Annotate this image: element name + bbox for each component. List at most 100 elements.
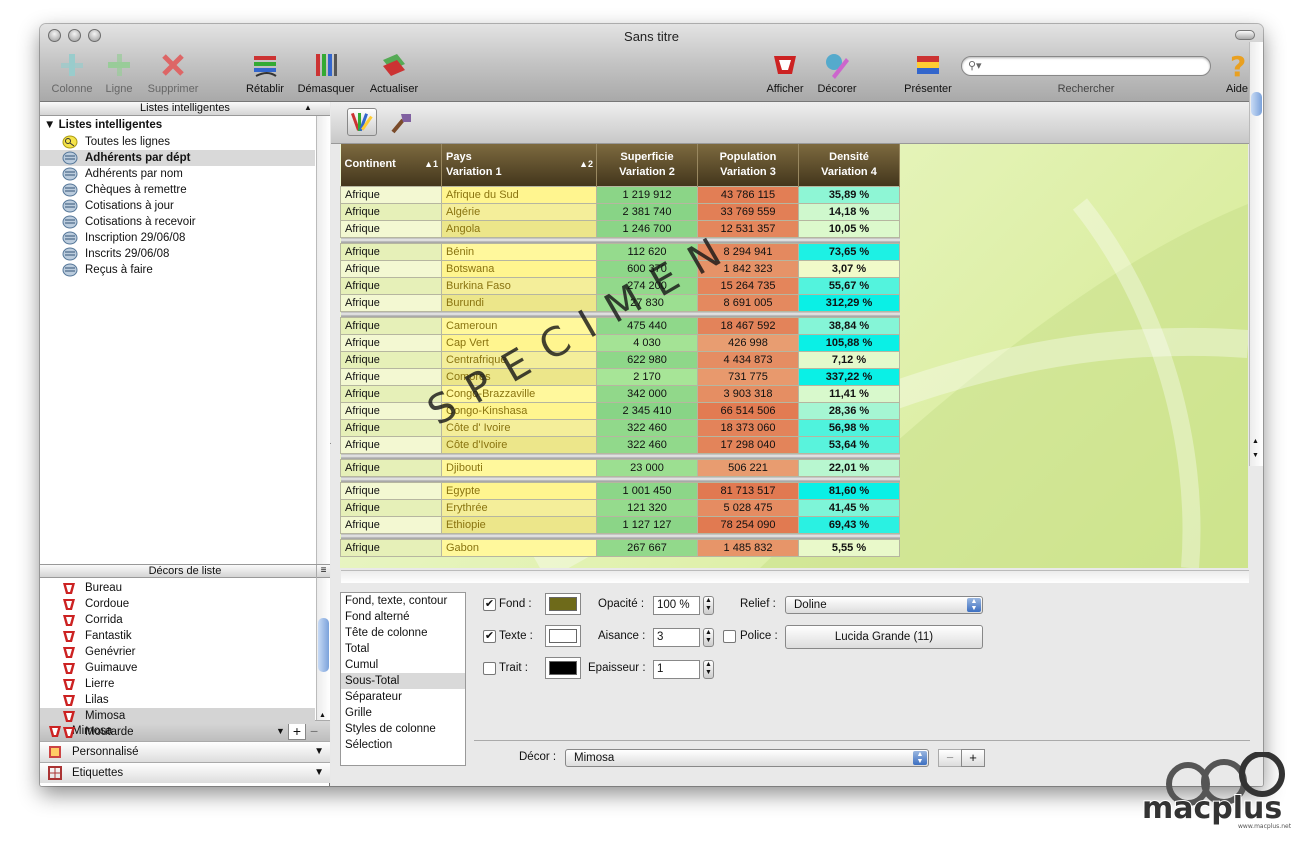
table-cell[interactable]: 10,05 % xyxy=(798,219,900,238)
texte-checkbox[interactable]: ✔ xyxy=(483,630,496,643)
table-cell[interactable]: 105,88 % xyxy=(798,333,900,352)
table-cell[interactable]: Afrique xyxy=(340,293,442,312)
table-cell[interactable]: 4 434 873 xyxy=(697,350,799,369)
grid-vertical-scrollbar[interactable]: ▲ ▼ xyxy=(1249,42,1263,466)
table-row[interactable]: Afrique Bénin 112 620 8 294 941 73,65 % xyxy=(340,242,900,261)
table-cell[interactable]: Afrique xyxy=(340,538,442,557)
table-row[interactable]: Afrique Erythrée 121 320 5 028 475 41,45 % xyxy=(340,498,900,517)
palette-button[interactable] xyxy=(347,108,377,136)
table-cell[interactable]: Afrique xyxy=(340,185,442,204)
table-cell[interactable]: 2 170 xyxy=(596,367,698,386)
table-cell[interactable]: 5 028 475 xyxy=(697,498,799,517)
table-cell[interactable]: 1 127 127 xyxy=(596,515,698,534)
group-disclosure[interactable]: ▼ Listes intelligentes xyxy=(44,119,162,131)
table-cell[interactable]: Gabon xyxy=(441,538,597,557)
decor-item[interactable]: Guimauve xyxy=(40,660,315,676)
column-header[interactable]: Densité Variation 4 xyxy=(798,144,900,186)
table-cell[interactable]: Afrique xyxy=(340,367,442,386)
table-cell[interactable]: 2 345 410 xyxy=(596,401,698,420)
epaisseur-field[interactable]: 1 xyxy=(653,660,700,679)
table-cell[interactable]: Afrique xyxy=(340,219,442,238)
table-cell[interactable]: Afrique xyxy=(340,498,442,517)
decor-item[interactable]: Bureau xyxy=(40,580,315,596)
table-cell[interactable]: 18 373 060 xyxy=(697,418,799,437)
brush-button[interactable] xyxy=(387,108,417,136)
table-row[interactable]: Afrique Côte d'Ivoire 322 460 17 298 040 53,… xyxy=(340,435,900,454)
style-element-item[interactable]: Cumul xyxy=(341,657,465,673)
demasquer-button[interactable]: Démasquer xyxy=(294,49,358,95)
table-cell[interactable]: 3 903 318 xyxy=(697,384,799,403)
table-cell[interactable]: Afrique xyxy=(340,418,442,437)
table-cell[interactable]: 22,01 % xyxy=(798,458,900,477)
table-cell[interactable]: Algérie xyxy=(441,202,597,221)
table-cell[interactable]: 69,43 % xyxy=(798,515,900,534)
table-row[interactable]: Afrique Gabon 267 667 1 485 832 5,55 % xyxy=(340,538,900,557)
police-checkbox[interactable] xyxy=(723,630,736,643)
decor-item[interactable]: Lierre xyxy=(40,676,315,692)
smart-list-item[interactable]: Adhérents par nom xyxy=(40,166,315,182)
table-cell[interactable]: 3,07 % xyxy=(798,259,900,278)
colonne-button[interactable]: Colonne xyxy=(46,49,98,95)
table-cell[interactable]: 15 264 735 xyxy=(697,276,799,295)
table-cell[interactable]: 55,67 % xyxy=(798,276,900,295)
search-input[interactable]: ⚲▾ xyxy=(961,56,1211,76)
retablir-button[interactable]: Rétablir xyxy=(240,49,290,95)
table-cell[interactable]: 53,64 % xyxy=(798,435,900,454)
epaisseur-stepper[interactable]: ▲ ▼ xyxy=(703,660,714,679)
table-cell[interactable]: 121 320 xyxy=(596,498,698,517)
fond-checkbox[interactable]: ✔ xyxy=(483,598,496,611)
table-cell[interactable]: 342 000 xyxy=(596,384,698,403)
fond-color-well[interactable] xyxy=(545,593,581,615)
table-cell[interactable]: 731 775 xyxy=(697,367,799,386)
table-cell[interactable]: 11,41 % xyxy=(798,384,900,403)
table-cell[interactable]: Afrique xyxy=(340,316,442,335)
table-cell[interactable]: 2 381 740 xyxy=(596,202,698,221)
table-cell[interactable]: 41,45 % xyxy=(798,498,900,517)
table-cell[interactable]: 23 000 xyxy=(596,458,698,477)
decor-item[interactable]: Corrida xyxy=(40,612,315,628)
smart-list-item[interactable]: Reçus à faire xyxy=(40,262,315,278)
afficher-button[interactable]: Afficher xyxy=(762,49,808,95)
table-cell[interactable]: 1 219 912 xyxy=(596,185,698,204)
table-cell[interactable]: Afrique xyxy=(340,435,442,454)
smart-list-item[interactable]: Cotisations à recevoir xyxy=(40,214,315,230)
table-cell[interactable]: Côte d'Ivoire xyxy=(441,435,597,454)
table-cell[interactable]: 1 001 450 xyxy=(596,481,698,500)
trait-color-well[interactable] xyxy=(545,657,581,679)
table-cell[interactable]: Bénin xyxy=(441,242,597,261)
scroll-up-icon[interactable]: ▲ xyxy=(319,712,326,719)
table-cell[interactable]: 7,12 % xyxy=(798,350,900,369)
table-cell[interactable]: 5,55 % xyxy=(798,538,900,557)
table-cell[interactable]: 1 246 700 xyxy=(596,219,698,238)
grid-horizontal-scrollbar[interactable] xyxy=(341,570,1249,583)
style-element-item[interactable]: Fond, texte, contour xyxy=(341,593,465,609)
decor-item[interactable]: Cordoue xyxy=(40,596,315,612)
table-cell[interactable]: 426 998 xyxy=(697,333,799,352)
scroll-down-icon[interactable]: ▼ xyxy=(1252,452,1259,459)
table-row[interactable]: Afrique Ethiopie 1 127 127 78 254 090 69,43 … xyxy=(340,515,900,534)
decor-item[interactable]: Genévrier xyxy=(40,644,315,660)
table-cell[interactable]: 56,98 % xyxy=(798,418,900,437)
table-cell[interactable]: Egypte xyxy=(441,481,597,500)
smart-list-item[interactable]: Cotisations à jour xyxy=(40,198,315,214)
table-row[interactable]: Afrique Angola 1 246 700 12 531 357 10,05 % xyxy=(340,219,900,238)
table-cell[interactable]: 28,36 % xyxy=(798,401,900,420)
decor-item[interactable]: Lilas xyxy=(40,692,315,708)
table-cell[interactable]: Afrique xyxy=(340,259,442,278)
smart-list-item[interactable]: Chèques à remettre xyxy=(40,182,315,198)
trait-checkbox[interactable] xyxy=(483,662,496,675)
table-row[interactable]: Afrique Cap Vert 4 030 426 998 105,88 % xyxy=(340,333,900,352)
toolbar-toggle-button[interactable] xyxy=(1235,30,1255,40)
table-cell[interactable]: Afrique xyxy=(340,515,442,534)
table-cell[interactable]: Afrique xyxy=(340,481,442,500)
smart-lists-scrollbar[interactable] xyxy=(316,116,330,564)
table-cell[interactable]: Erythrée xyxy=(441,498,597,517)
column-header[interactable]: Population Variation 3 xyxy=(697,144,799,186)
table-cell[interactable]: 35,89 % xyxy=(798,185,900,204)
table-cell[interactable]: Botswana xyxy=(441,259,597,278)
table-cell[interactable]: 337,22 % xyxy=(798,367,900,386)
police-button[interactable]: Lucida Grande (11) xyxy=(785,625,983,649)
table-cell[interactable]: 312,29 % xyxy=(798,293,900,312)
table-cell[interactable]: Afrique xyxy=(340,350,442,369)
table-cell[interactable]: Afrique xyxy=(340,242,442,261)
